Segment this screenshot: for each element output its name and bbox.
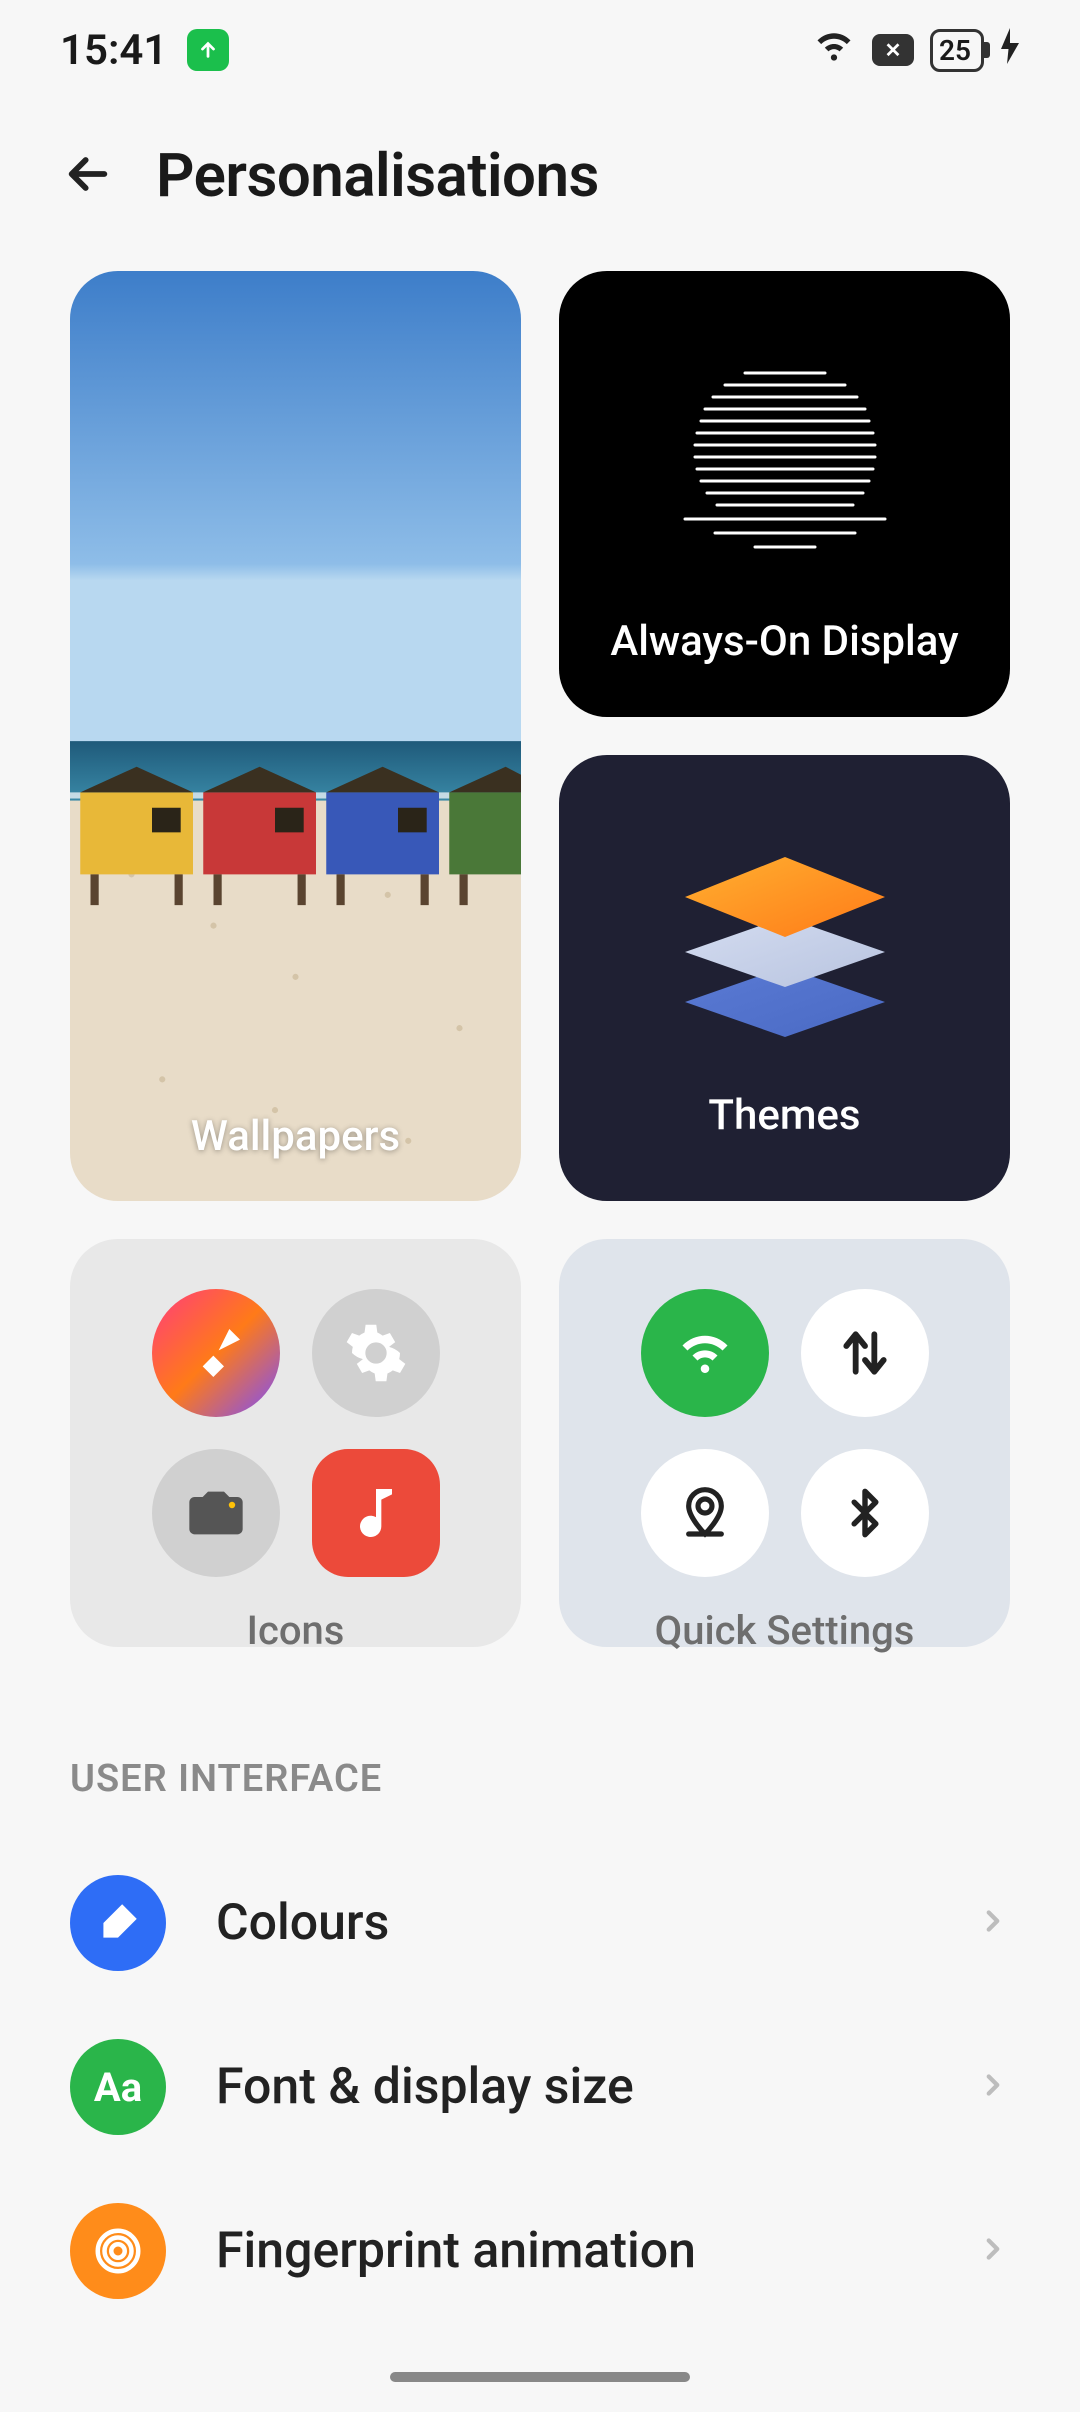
camera-icon bbox=[152, 1449, 280, 1577]
quick-settings-card[interactable]: Quick Settings bbox=[559, 1239, 1010, 1647]
aod-label: Always-On Display bbox=[610, 617, 958, 666]
font-label: Font & display size bbox=[216, 2058, 634, 2116]
upload-indicator-icon bbox=[187, 29, 229, 71]
status-bar: 15:41 ✕ 25 bbox=[0, 0, 1080, 100]
fingerprint-label: Fingerprint animation bbox=[216, 2222, 696, 2280]
colours-label: Colours bbox=[216, 1894, 389, 1952]
card-grid: Wallpapers bbox=[0, 271, 1080, 1647]
font-display-size-item[interactable]: Aa Font & display size bbox=[0, 2005, 1080, 2169]
user-interface-header: USER INTERFACE bbox=[0, 1647, 1080, 1841]
data-toggle-icon bbox=[801, 1289, 929, 1417]
page-title: Personalisations bbox=[156, 140, 599, 211]
location-toggle-icon bbox=[641, 1449, 769, 1577]
themes-label: Themes bbox=[708, 1091, 860, 1140]
colours-icon bbox=[70, 1875, 166, 1971]
wifi-icon bbox=[812, 23, 856, 78]
chevron-right-icon bbox=[976, 1904, 1010, 1942]
chevron-right-icon bbox=[976, 2068, 1010, 2106]
clock: 15:41 bbox=[60, 26, 167, 75]
nav-handle bbox=[390, 2372, 690, 2382]
colours-item[interactable]: Colours bbox=[0, 1841, 1080, 2005]
mute-icon: ✕ bbox=[872, 34, 914, 66]
font-icon: Aa bbox=[70, 2039, 166, 2135]
layers-icon bbox=[665, 837, 905, 1051]
themes-card[interactable]: Themes bbox=[559, 755, 1010, 1201]
charging-icon bbox=[1000, 26, 1020, 75]
icons-label: Icons bbox=[247, 1607, 345, 1654]
fingerprint-icon bbox=[70, 2203, 166, 2299]
wallpapers-label: Wallpapers bbox=[70, 1112, 521, 1161]
music-icon bbox=[312, 1449, 440, 1577]
gear-icon bbox=[312, 1289, 440, 1417]
battery-indicator: 25 bbox=[930, 29, 984, 72]
wallpapers-card[interactable]: Wallpapers bbox=[70, 271, 521, 1201]
fingerprint-animation-item[interactable]: Fingerprint animation bbox=[0, 2169, 1080, 2333]
brush-icon bbox=[152, 1289, 280, 1417]
always-on-display-card[interactable]: Always-On Display bbox=[559, 271, 1010, 717]
bluetooth-toggle-icon bbox=[801, 1449, 929, 1577]
icons-card[interactable]: Icons bbox=[70, 1239, 521, 1647]
page-header: Personalisations bbox=[0, 100, 1080, 271]
wifi-toggle-icon bbox=[641, 1289, 769, 1417]
aod-sun-icon bbox=[665, 353, 905, 577]
back-icon[interactable] bbox=[60, 146, 116, 206]
quick-settings-label: Quick Settings bbox=[655, 1607, 915, 1654]
chevron-right-icon bbox=[976, 2232, 1010, 2270]
